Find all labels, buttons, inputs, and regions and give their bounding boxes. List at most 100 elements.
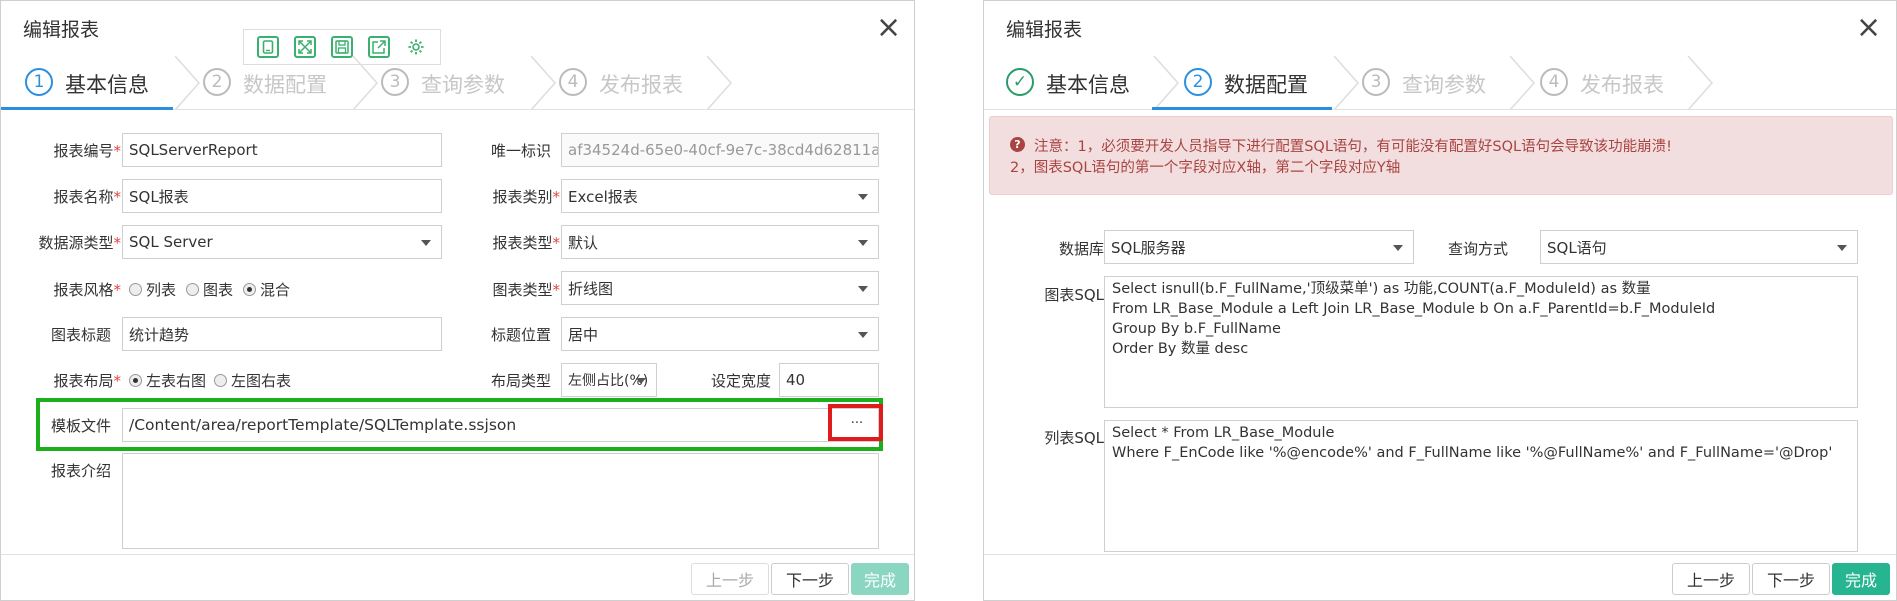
report-name-input[interactable]: SQL报表 <box>122 179 442 213</box>
radio-circle <box>186 283 199 296</box>
title-position-select[interactable]: 居中 <box>561 317 879 351</box>
settings-icon[interactable] <box>405 36 427 58</box>
style-radio-list[interactable]: 列表 <box>129 279 176 300</box>
dialog-footer: 上一步 下一步 完成 <box>984 554 1896 600</box>
report-type-select[interactable]: 默认 <box>561 225 879 259</box>
wizard-steps: ✓ 基本信息 2 数据配置 3 查询参数 4 发布报表 <box>984 56 1896 110</box>
step-number: 2 <box>1184 68 1212 96</box>
style-radio-chart[interactable]: 图表 <box>186 279 233 300</box>
question-icon: ? <box>1010 137 1025 152</box>
browse-button[interactable]: ··· <box>837 411 877 435</box>
active-step-indicator <box>1152 107 1332 110</box>
highlight-box-template <box>36 398 883 451</box>
step-label: 发布报表 <box>1580 73 1664 97</box>
close-icon[interactable]: × <box>876 13 901 43</box>
chart-type-select[interactable]: 折线图 <box>561 271 879 305</box>
list-sql-label: 列表SQL <box>1044 429 1104 447</box>
radio-label: 列表 <box>146 281 177 299</box>
step-number: 4 <box>559 68 587 96</box>
prev-button[interactable]: 上一步 <box>1672 563 1750 595</box>
edit-report-dialog-basic: 编辑报表 × 1 基本信息 2 数据配置 3 查询参数 4 发布报表 报表编号*… <box>0 0 915 601</box>
database-select[interactable]: SQL服务器 <box>1104 230 1414 264</box>
step-number: 2 <box>203 68 231 96</box>
report-kind-label: 报表类别* <box>492 188 560 206</box>
layout-radio-table-left[interactable]: 左表右图 <box>129 370 206 391</box>
step-label: 基本信息 <box>65 73 149 97</box>
steps-divider <box>984 109 1896 110</box>
radio-label: 左图右表 <box>231 372 292 390</box>
mobile-icon[interactable] <box>257 36 280 58</box>
report-style-label: 报表风格* <box>53 281 121 299</box>
radio-circle <box>129 283 142 296</box>
report-intro-textarea[interactable] <box>122 453 879 549</box>
chart-type-label: 图表类型* <box>492 281 560 299</box>
report-no-label: 报表编号* <box>53 142 121 160</box>
alert-line-2: 2，图表SQL语句的第一个字段对应X轴，第二个字段对应Y轴 <box>1010 160 1401 176</box>
step-separator-icon <box>530 56 557 110</box>
chart-title-input[interactable]: 统计趋势 <box>122 317 442 351</box>
datasource-type-select[interactable]: SQL Server <box>122 225 442 259</box>
save-icon[interactable] <box>330 36 353 58</box>
next-button[interactable]: 下一步 <box>771 563 849 595</box>
list-sql-textarea[interactable]: Select * From LR_Base_Module Where F_EnC… <box>1104 420 1858 552</box>
width-label: 设定宽度 <box>710 372 771 390</box>
step-label: 发布报表 <box>599 73 683 97</box>
dialog-title: 编辑报表 <box>1006 19 1083 41</box>
step-separator-icon <box>1509 56 1536 110</box>
step-number: 1 <box>25 68 53 96</box>
step-number: 3 <box>1362 68 1390 96</box>
step-number: 3 <box>381 68 409 96</box>
radio-label: 左表右图 <box>146 372 207 390</box>
layout-type-select[interactable]: 左侧占比(%) <box>561 363 657 397</box>
report-no-input[interactable]: SQLServerReport <box>122 133 442 167</box>
radio-label: 图表 <box>203 281 234 299</box>
warning-alert: ? 注意：1，必须要开发人员指导下进行配置SQL语句，有可能没有配置好SQL语句… <box>989 116 1893 195</box>
title-position-label: 标题位置 <box>490 326 551 344</box>
step-label: 基本信息 <box>1046 73 1130 97</box>
step-separator-icon <box>706 56 733 110</box>
check-icon: ✓ <box>1006 68 1034 96</box>
step-separator-icon <box>174 56 201 110</box>
step-number: 4 <box>1540 68 1568 96</box>
chart-sql-label: 图表SQL <box>1044 286 1104 304</box>
radio-circle <box>243 283 256 296</box>
layout-radio-chart-left[interactable]: 左图右表 <box>214 370 291 391</box>
chart-sql-textarea[interactable]: Select isnull(b.F_FullName,'顶级菜单') as 功能… <box>1104 276 1858 408</box>
layout-type-label: 布局类型 <box>490 372 551 390</box>
datasource-type-label: 数据源类型* <box>38 234 121 252</box>
chart-title-label: 图表标题 <box>50 326 111 344</box>
finish-button[interactable]: 完成 <box>851 563 909 595</box>
report-kind-select[interactable]: Excel报表 <box>561 179 879 213</box>
next-button[interactable]: 下一步 <box>1752 563 1830 595</box>
step-separator-icon <box>1333 56 1360 110</box>
query-mode-select[interactable]: SQL语句 <box>1540 230 1858 264</box>
dialog-footer: 上一步 下一步 完成 <box>1 554 914 600</box>
step-separator-icon <box>1687 56 1714 110</box>
report-layout-label: 报表布局* <box>53 372 121 390</box>
report-intro-label: 报表介绍 <box>50 462 111 480</box>
unique-id-label: 唯一标识 <box>490 142 551 160</box>
close-icon[interactable]: × <box>1856 13 1881 43</box>
query-mode-label: 查询方式 <box>1447 240 1508 258</box>
finish-button[interactable]: 完成 <box>1832 563 1890 595</box>
step-label: 查询参数 <box>1402 73 1486 97</box>
step-label: 查询参数 <box>421 73 505 97</box>
edit-report-dialog-data: 编辑报表 × ✓ 基本信息 2 数据配置 3 查询参数 4 发布报表 ? 注意：… <box>983 0 1897 601</box>
step-label: 数据配置 <box>243 73 327 97</box>
step-label: 数据配置 <box>1224 73 1308 97</box>
radio-circle <box>129 374 142 387</box>
step-separator-icon <box>1153 56 1180 110</box>
report-name-label: 报表名称* <box>53 188 121 206</box>
step-separator-icon <box>352 56 379 110</box>
dialog-title: 编辑报表 <box>23 19 100 41</box>
database-label: 数据库 <box>1058 240 1104 258</box>
fullscreen-icon[interactable] <box>294 36 317 58</box>
wizard-steps: 1 基本信息 2 数据配置 3 查询参数 4 发布报表 <box>1 56 914 110</box>
export-icon[interactable] <box>367 36 390 58</box>
prev-button[interactable]: 上一步 <box>691 563 769 595</box>
report-type-label: 报表类型* <box>492 234 560 252</box>
width-input[interactable]: 40 <box>779 363 879 397</box>
alert-line-1: 注意：1，必须要开发人员指导下进行配置SQL语句，有可能没有配置好SQL语句会导… <box>1034 139 1672 155</box>
style-radio-mixed[interactable]: 混合 <box>243 279 290 300</box>
unique-id-input[interactable]: af34524d-65e0-40cf-9e7c-38cd4d62811a <box>561 133 879 167</box>
